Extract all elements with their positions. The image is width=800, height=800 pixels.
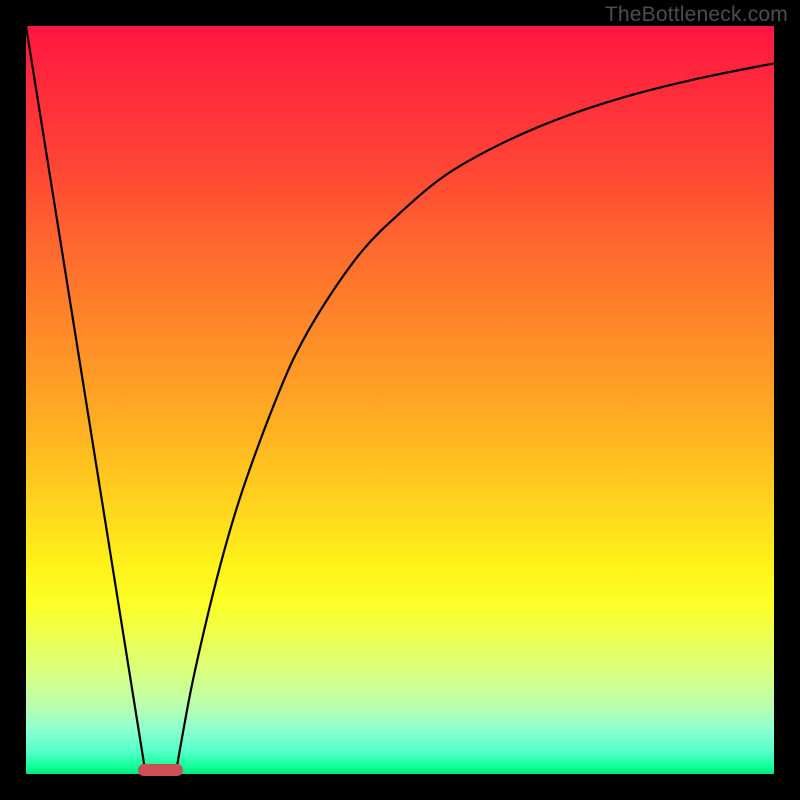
watermark-text: TheBottleneck.com <box>605 3 788 27</box>
series-right-curve <box>176 63 774 774</box>
bottleneck-marker <box>138 764 183 776</box>
chart-overlay <box>26 26 774 774</box>
chart-frame: TheBottleneck.com <box>0 0 800 800</box>
series-left-line <box>26 26 146 774</box>
